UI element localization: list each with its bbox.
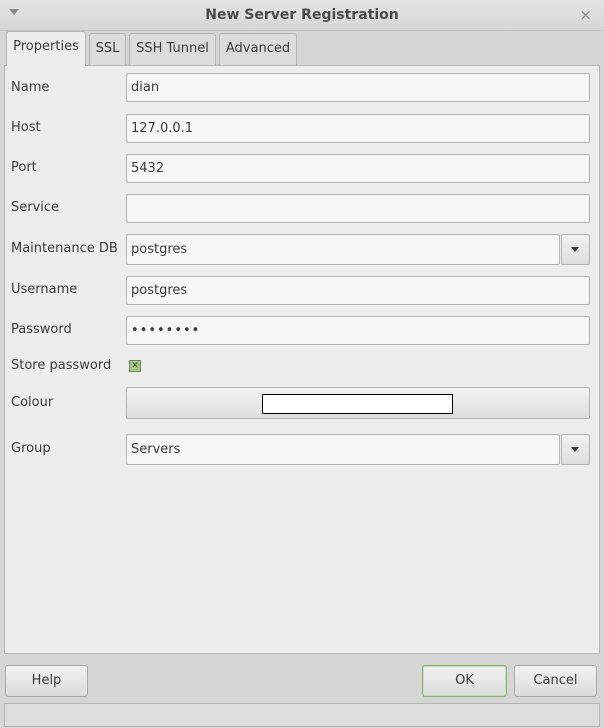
name-field[interactable]: dian <box>126 73 590 102</box>
title-bar: New Server Registration × <box>0 0 604 31</box>
password-label: Password <box>11 322 72 337</box>
host-field[interactable]: 127.0.0.1 <box>126 114 590 143</box>
colour-label: Colour <box>11 395 54 410</box>
tab-properties[interactable]: Properties <box>6 31 86 66</box>
service-label: Service <box>11 200 60 215</box>
maintenance-db-dropdown-button[interactable] <box>561 234 590 265</box>
group-label: Group <box>11 441 51 456</box>
tab-ssl[interactable]: SSL <box>89 33 126 65</box>
window-title: New Server Registration <box>205 7 399 23</box>
cancel-button[interactable]: Cancel <box>514 665 597 697</box>
store-password-label: Store password <box>11 358 112 373</box>
maintenance-db-label: Maintenance DB <box>11 241 118 256</box>
status-bar <box>4 703 600 727</box>
ok-button[interactable]: OK <box>422 665 507 697</box>
username-field[interactable]: postgres <box>126 276 590 305</box>
host-label: Host <box>11 120 41 135</box>
password-field[interactable]: •••••••• <box>126 316 590 345</box>
tab-ssh-tunnel[interactable]: SSH Tunnel <box>129 33 216 65</box>
service-field[interactable] <box>126 194 590 223</box>
close-icon[interactable]: × <box>579 6 592 24</box>
group-dropdown-button[interactable] <box>561 434 590 465</box>
colour-picker-button[interactable] <box>126 387 590 419</box>
chevron-down-icon <box>571 247 579 252</box>
group-combo[interactable]: Servers <box>126 434 560 465</box>
name-label: Name <box>11 80 50 95</box>
username-label: Username <box>11 282 78 297</box>
tab-advanced[interactable]: Advanced <box>219 33 297 65</box>
store-password-checkbox[interactable]: ✕ <box>129 360 141 372</box>
maintenance-db-combo[interactable]: postgres <box>126 234 560 265</box>
help-button[interactable]: Help <box>5 665 88 697</box>
port-label: Port <box>11 160 37 175</box>
port-field[interactable]: 5432 <box>126 154 590 183</box>
colour-swatch <box>262 394 453 414</box>
chevron-down-icon <box>571 447 579 452</box>
